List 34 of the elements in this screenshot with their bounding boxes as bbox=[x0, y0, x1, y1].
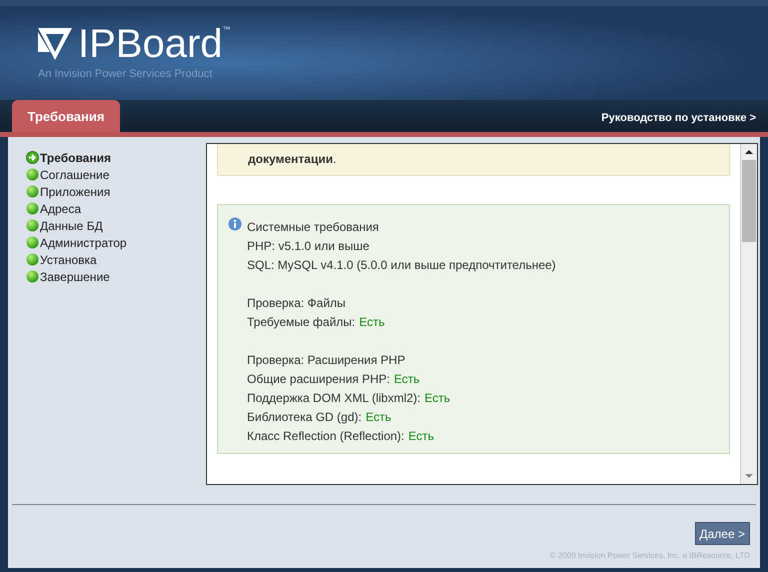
guide-link[interactable]: Руководство по установке > bbox=[601, 110, 756, 126]
status-value: Есть bbox=[424, 390, 450, 406]
requirement-label: Класс Reflection (Reflection): bbox=[247, 428, 404, 444]
requirement-label: Общие расширения PHP: bbox=[247, 370, 390, 388]
status-value: Есть bbox=[394, 370, 420, 388]
status-value: Есть bbox=[366, 408, 392, 426]
sidebar-item[interactable]: Соглашение bbox=[40, 166, 110, 184]
info-icon bbox=[228, 217, 242, 231]
logo-text: IPBoard bbox=[78, 24, 223, 64]
sidebar-item[interactable]: Приложения bbox=[40, 182, 110, 200]
status-value: Есть bbox=[408, 428, 434, 444]
tagline: An Invision Power Services Product bbox=[38, 67, 214, 82]
scroll-thumb[interactable] bbox=[742, 160, 756, 242]
sidebar-item[interactable]: Данные БД bbox=[40, 216, 103, 234]
sidebar-item[interactable]: Требования bbox=[40, 148, 111, 166]
next-button[interactable]: Далее > bbox=[694, 522, 750, 545]
requirement-label: Системные требования bbox=[247, 218, 379, 236]
status-value: Есть bbox=[359, 314, 385, 330]
trademark: ™ bbox=[222, 24, 231, 36]
sidebar-item[interactable]: Завершение bbox=[40, 268, 110, 286]
scrollbar[interactable] bbox=[740, 144, 757, 484]
requirement-label: Требуемые файлы: bbox=[247, 314, 356, 330]
sidebar-item[interactable]: Администратор bbox=[40, 234, 127, 252]
requirement-label: SQL: MySQL v4.1.0 (5.0.0 или выше предпочтительнее) bbox=[247, 256, 556, 274]
requirement-label: PHP: v5.1.0 или выше bbox=[247, 238, 370, 254]
requirement-label: Проверка: Расширения PHP bbox=[247, 352, 406, 368]
sidebar-item[interactable]: Адреса bbox=[40, 200, 82, 218]
logo-icon bbox=[38, 28, 72, 60]
requirement-label: Поддержка DOM XML (libxml2): bbox=[247, 390, 420, 406]
requirement-label: Библиотека GD (gd): bbox=[247, 408, 362, 426]
notice-text: документации. bbox=[248, 152, 336, 166]
sidebar-item[interactable]: Установка bbox=[40, 250, 97, 268]
requirement-label: Проверка: Файлы bbox=[247, 294, 346, 312]
active-tab[interactable]: Требования bbox=[12, 100, 120, 134]
